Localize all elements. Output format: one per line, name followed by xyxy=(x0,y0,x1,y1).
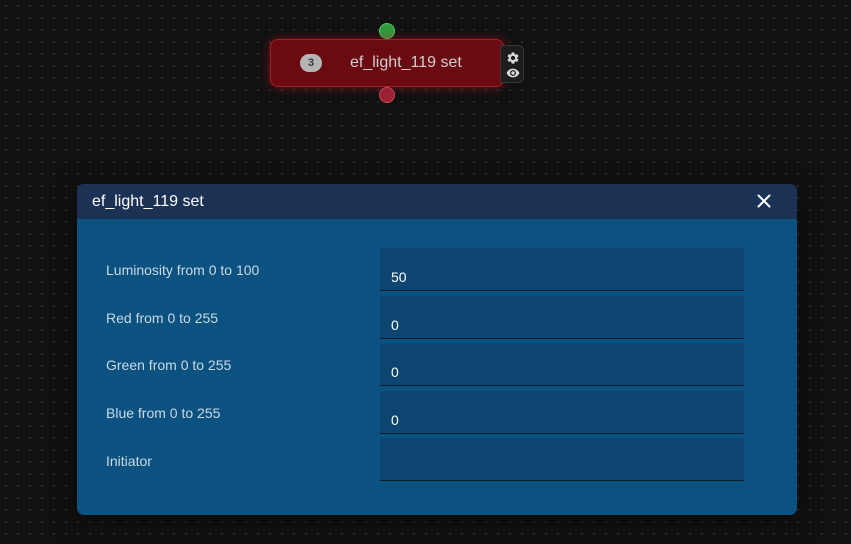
node-count-badge: 3 xyxy=(300,54,322,72)
flow-node[interactable]: 3 ef_light_119 set xyxy=(270,39,504,87)
green-label: Green from 0 to 255 xyxy=(106,357,232,373)
dialog-header: ef_light_119 set xyxy=(77,184,797,219)
luminosity-input[interactable] xyxy=(380,248,744,291)
initiator-input[interactable] xyxy=(380,438,744,481)
red-label: Red from 0 to 255 xyxy=(106,310,219,326)
blue-input[interactable] xyxy=(380,391,744,434)
close-button[interactable] xyxy=(754,193,774,211)
green-input[interactable] xyxy=(380,343,744,386)
eye-icon[interactable] xyxy=(506,66,520,80)
red-input[interactable] xyxy=(380,296,744,339)
node-input-handle[interactable] xyxy=(379,23,395,39)
gear-icon[interactable] xyxy=(506,51,520,65)
node-settings-dialog: ef_light_119 set Luminosity from 0 to 10… xyxy=(77,184,797,515)
node-output-handle[interactable] xyxy=(379,87,395,103)
node-toolbar xyxy=(500,45,524,83)
node-title: ef_light_119 set xyxy=(350,54,462,71)
blue-label: Blue from 0 to 255 xyxy=(106,405,221,421)
initiator-label: Initiator xyxy=(106,453,152,469)
close-icon xyxy=(757,194,771,208)
luminosity-label: Luminosity from 0 to 100 xyxy=(106,262,260,278)
dialog-title: ef_light_119 set xyxy=(92,193,204,210)
